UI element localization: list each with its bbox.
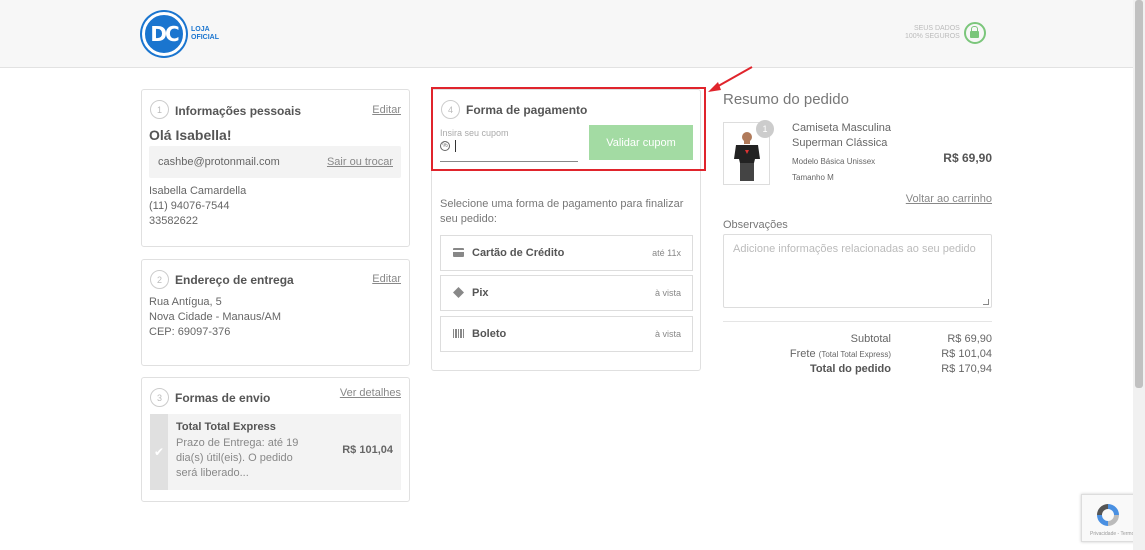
step-number: 4 bbox=[441, 100, 460, 119]
total-value: R$ 170,94 bbox=[941, 363, 992, 375]
switch-account-link[interactable]: Sair ou trocar bbox=[327, 156, 393, 168]
tshirt-image bbox=[734, 132, 760, 181]
user-phone: (11) 94076-7544 bbox=[149, 200, 230, 212]
step-number: 1 bbox=[150, 100, 169, 119]
product-model: Modelo Básica Unissex bbox=[792, 157, 876, 166]
product-name: Camiseta Masculina Superman Clássica bbox=[792, 122, 892, 149]
user-document: 33582622 bbox=[149, 215, 198, 227]
barcode-icon bbox=[453, 329, 464, 338]
payment-option-pix[interactable]: Pix à vista bbox=[440, 275, 693, 311]
address-line-2: Nova Cidade - Manaus/AM bbox=[149, 311, 282, 323]
logo-text: LOJA OFICIAL bbox=[191, 26, 219, 41]
freight-value: R$ 101,04 bbox=[941, 348, 992, 360]
recaptcha-icon bbox=[1097, 504, 1119, 526]
validate-coupon-button[interactable]: Validar cupom bbox=[589, 125, 693, 160]
quantity-badge: 1 bbox=[756, 120, 774, 138]
user-email: cashbe@protonmail.com bbox=[158, 156, 280, 168]
address-box: 2 Endereço de entrega Editar Rua Antígua… bbox=[141, 259, 410, 366]
lock-icon bbox=[963, 22, 986, 44]
edit-personal-link[interactable]: Editar bbox=[372, 104, 401, 116]
shipping-option[interactable]: ✔ Total Total Express Prazo de Entrega: … bbox=[150, 414, 401, 490]
shipping-option-name: Total Total Express bbox=[176, 421, 276, 433]
address-line-1: Rua Antígua, 5 bbox=[149, 296, 222, 308]
payment-option-name: Pix bbox=[472, 287, 489, 299]
greeting: Olá Isabella! bbox=[149, 127, 232, 143]
section-title: Formas de envio bbox=[175, 391, 271, 405]
pix-icon bbox=[453, 287, 464, 298]
payment-option-name: Boleto bbox=[472, 328, 507, 340]
freight-label: Frete (Total Total Express) bbox=[789, 348, 891, 360]
edit-address-link[interactable]: Editar bbox=[372, 273, 401, 285]
check-icon: ✔ bbox=[150, 414, 168, 490]
step-number: 2 bbox=[150, 270, 169, 289]
summary-title: Resumo do pedido bbox=[723, 91, 849, 108]
shipping-option-price: R$ 101,04 bbox=[342, 444, 393, 456]
email-row: cashbe@protonmail.com Sair ou trocar bbox=[149, 146, 401, 178]
annotation-arrow-icon bbox=[708, 66, 753, 92]
subtotal-value: R$ 69,90 bbox=[947, 333, 992, 345]
total-label: Total do pedido bbox=[809, 363, 891, 375]
payment-option-credit-card[interactable]: Cartão de Crédito até 11x bbox=[440, 235, 693, 271]
store-logo[interactable]: DC LOJA OFICIAL bbox=[142, 12, 219, 56]
secure-badge: SEUS DADOS 100% SEGUROS bbox=[905, 22, 986, 44]
payment-option-boleto[interactable]: Boleto à vista bbox=[440, 316, 693, 352]
section-title: Forma de pagamento bbox=[466, 103, 588, 117]
step-number: 3 bbox=[150, 388, 169, 407]
payment-option-info: até 11x bbox=[652, 248, 681, 258]
shipping-option-desc: Prazo de Entrega: até 19 dia(s) útil(eis… bbox=[176, 437, 299, 479]
shipping-box: 3 Formas de envio Ver detalhes ✔ Total T… bbox=[141, 377, 410, 502]
coupon-input[interactable]: % bbox=[440, 138, 578, 162]
text-caret bbox=[455, 140, 456, 152]
coupon-icon: % bbox=[440, 141, 450, 151]
coupon-label: Insira seu cupom bbox=[440, 128, 509, 138]
resize-handle-icon[interactable] bbox=[983, 299, 989, 305]
payment-option-info: à vista bbox=[654, 329, 681, 339]
product-size: Tamanho M bbox=[792, 173, 834, 182]
section-title: Endereço de entrega bbox=[175, 273, 294, 287]
observations-label: Observações bbox=[723, 219, 788, 231]
shipping-details-link[interactable]: Ver detalhes bbox=[340, 387, 401, 399]
credit-card-icon bbox=[453, 248, 464, 257]
personal-info-box: 1 Informações pessoais Editar Olá Isabel… bbox=[141, 89, 410, 247]
scrollbar-thumb[interactable] bbox=[1135, 0, 1143, 388]
user-name: Isabella Camardella bbox=[149, 185, 247, 197]
payment-option-name: Cartão de Crédito bbox=[472, 247, 565, 259]
payment-instruction: Selecione uma forma de pagamento para fi… bbox=[440, 198, 684, 225]
scrollbar[interactable] bbox=[1133, 0, 1145, 550]
divider bbox=[723, 321, 992, 322]
section-title: Informações pessoais bbox=[175, 104, 302, 118]
back-to-cart-link[interactable]: Voltar ao carrinho bbox=[906, 193, 992, 205]
header: DC LOJA OFICIAL SEUS DADOS 100% SEGUROS bbox=[0, 0, 1133, 68]
dc-logo-icon: DC bbox=[142, 12, 186, 56]
observations-textarea[interactable]: Adicione informações relacionadas ao seu… bbox=[723, 234, 992, 308]
payment-option-info: à vista bbox=[654, 288, 681, 298]
address-line-3: CEP: 69097-376 bbox=[149, 326, 231, 338]
product-price: R$ 69,90 bbox=[943, 151, 992, 165]
recaptcha-text: Privacidade - Termos bbox=[1090, 531, 1137, 537]
subtotal-label: Subtotal bbox=[850, 333, 891, 345]
